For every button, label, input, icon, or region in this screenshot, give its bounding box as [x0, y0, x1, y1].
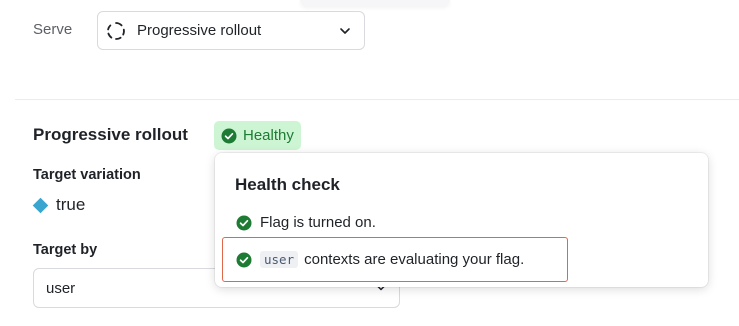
- check-circle-icon: [236, 252, 252, 268]
- background-panel-edge: [300, 0, 450, 6]
- health-check-item-highlighted: user contexts are evaluating your flag.: [222, 237, 568, 282]
- serve-dropdown[interactable]: Progressive rollout: [97, 11, 365, 50]
- health-check-item-text: Flag is turned on.: [260, 214, 376, 231]
- health-check-popover: Health check Flag is turned on. user con…: [215, 153, 708, 287]
- health-check-item-text: contexts are evaluating your flag.: [304, 251, 525, 268]
- target-variation-label: Target variation: [33, 167, 141, 183]
- context-kind-code: user: [260, 251, 299, 268]
- health-status-text: Healthy: [243, 127, 294, 144]
- progressive-rollout-icon: [106, 21, 126, 41]
- health-status-badge[interactable]: Healthy: [214, 121, 301, 150]
- check-circle-icon: [236, 215, 252, 231]
- rollout-section-title: Progressive rollout: [33, 125, 188, 144]
- health-check-title: Health check: [235, 175, 340, 194]
- target-variation-value: true: [32, 195, 86, 215]
- serve-selected-value: Progressive rollout: [137, 22, 262, 39]
- check-circle-icon: [221, 128, 237, 144]
- variation-diamond-icon: [32, 197, 49, 213]
- target-variation-text: true: [56, 195, 86, 214]
- serve-label: Serve: [33, 21, 73, 38]
- target-by-label: Target by: [33, 242, 98, 258]
- chevron-down-icon: [338, 24, 352, 38]
- section-divider: [15, 99, 739, 100]
- health-check-item: Flag is turned on.: [236, 214, 376, 231]
